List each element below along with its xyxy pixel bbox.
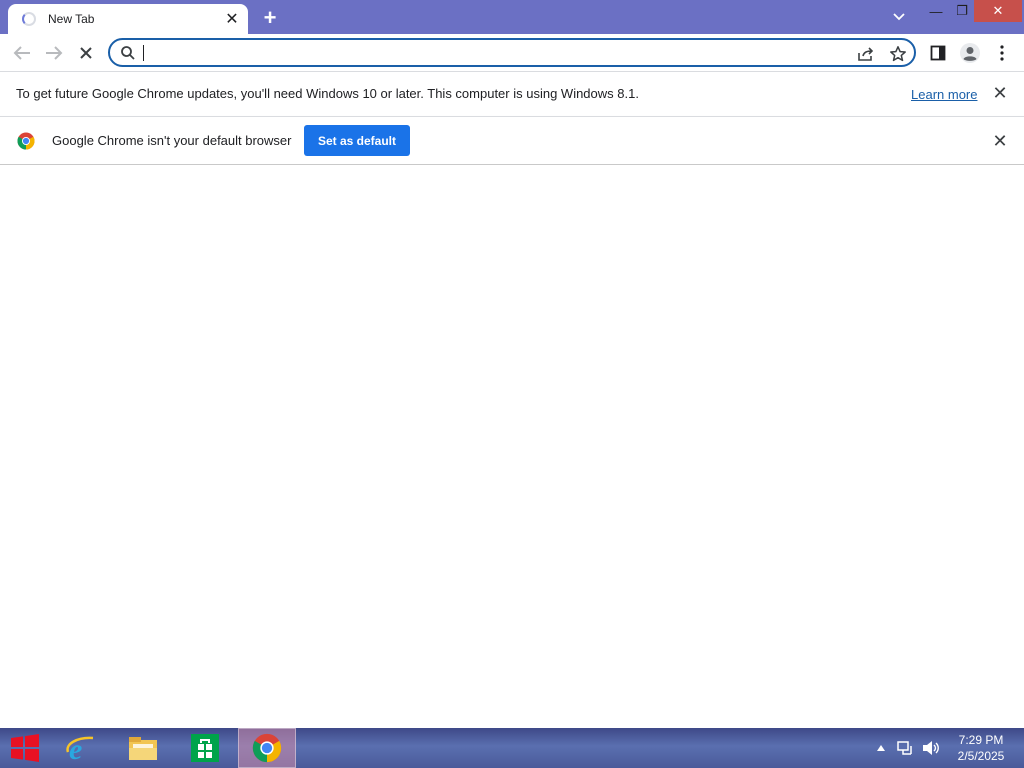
clock-date: 2/5/2025 bbox=[957, 749, 1005, 763]
set-as-default-button[interactable]: Set as default bbox=[304, 125, 410, 156]
taskbar: e 7:29 PM 2/5/2025 bbox=[0, 728, 1024, 768]
close-icon[interactable]: ✕ bbox=[990, 131, 1010, 151]
share-icon[interactable] bbox=[856, 44, 876, 64]
update-infobar: To get future Google Chrome updates, you… bbox=[0, 71, 1024, 116]
address-bar[interactable] bbox=[108, 38, 916, 67]
clock-time: 7:29 PM bbox=[958, 733, 1004, 747]
default-browser-message: Google Chrome isn't your default browser bbox=[52, 133, 292, 148]
learn-more-link[interactable]: Learn more bbox=[911, 87, 977, 102]
maximize-button[interactable]: ❐ bbox=[950, 0, 974, 22]
windows-start-icon[interactable] bbox=[0, 728, 50, 768]
address-input[interactable] bbox=[142, 42, 842, 63]
close-icon[interactable]: ✕ bbox=[990, 83, 1010, 103]
forward-arrow-icon[interactable] bbox=[41, 40, 67, 66]
new-tab-button[interactable]: + bbox=[258, 5, 282, 30]
search-icon bbox=[120, 45, 136, 61]
tab-new-tab[interactable]: New Tab ✕ bbox=[8, 4, 248, 34]
title-bar: New Tab ✕ + — ❐ ✕ bbox=[0, 0, 1024, 34]
show-hidden-icons-icon[interactable] bbox=[874, 728, 888, 768]
chrome-logo-icon bbox=[17, 132, 35, 150]
google-chrome-taskbar-icon[interactable] bbox=[238, 728, 296, 768]
tab-spinner-icon bbox=[22, 12, 36, 26]
profile-icon[interactable] bbox=[958, 41, 982, 65]
file-explorer-icon[interactable] bbox=[118, 728, 168, 768]
internet-explorer-icon[interactable]: e bbox=[56, 728, 106, 768]
window-close-button[interactable]: ✕ bbox=[974, 0, 1022, 22]
tab-title: New Tab bbox=[48, 12, 95, 26]
default-browser-infobar: Google Chrome isn't your default browser… bbox=[0, 116, 1024, 165]
tab-search-icon[interactable] bbox=[888, 6, 910, 28]
back-arrow-icon[interactable] bbox=[9, 40, 35, 66]
minimize-button[interactable]: — bbox=[922, 0, 950, 22]
system-clock[interactable]: 7:29 PM 2/5/2025 bbox=[946, 732, 1016, 764]
kebab-menu-icon[interactable] bbox=[990, 41, 1014, 65]
update-message: To get future Google Chrome updates, you… bbox=[16, 86, 639, 101]
bookmark-star-icon[interactable] bbox=[888, 44, 908, 64]
windows-store-icon[interactable] bbox=[180, 728, 230, 768]
volume-icon[interactable] bbox=[920, 728, 942, 768]
text-caret bbox=[143, 45, 144, 61]
network-icon[interactable] bbox=[895, 728, 917, 768]
toolbar bbox=[0, 34, 1024, 71]
tab-close-icon[interactable]: ✕ bbox=[222, 9, 242, 29]
page-content bbox=[0, 165, 1024, 728]
side-panel-icon[interactable] bbox=[926, 41, 950, 65]
stop-loading-icon[interactable] bbox=[73, 40, 99, 66]
